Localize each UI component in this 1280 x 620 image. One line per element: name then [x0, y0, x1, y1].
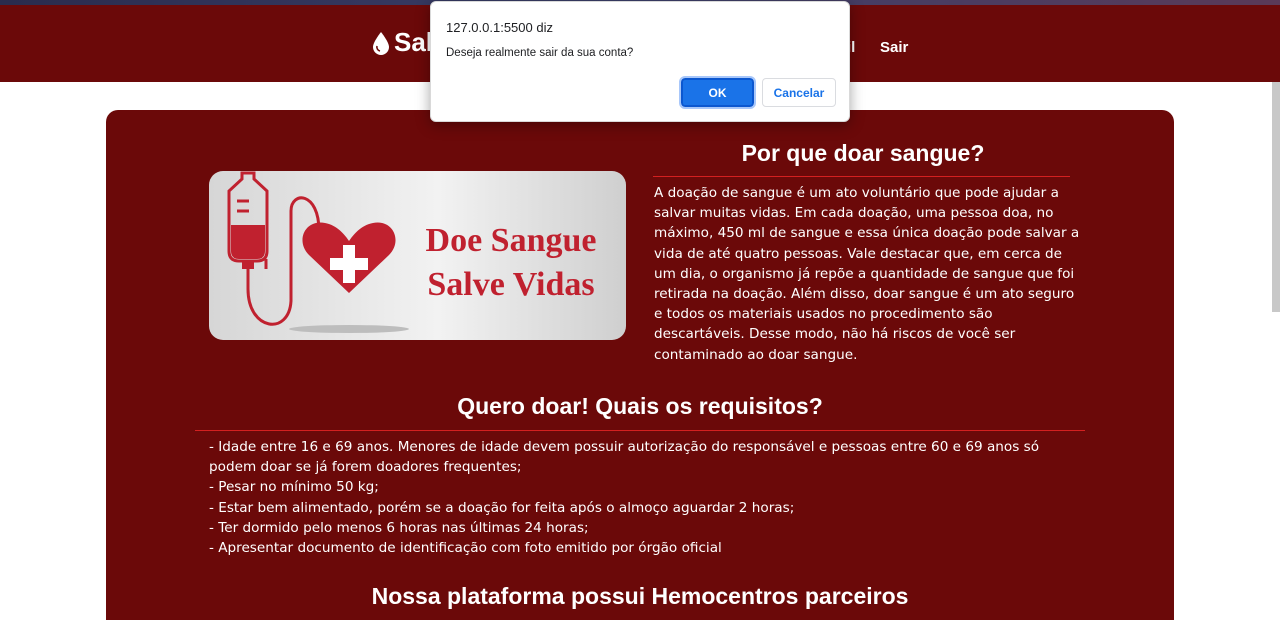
brand-name: Sal — [394, 27, 434, 57]
heading-divider — [195, 430, 1085, 431]
confirm-dialog: 127.0.0.1:5500 diz Deseja realmente sair… — [430, 1, 850, 122]
ok-button[interactable]: OK — [679, 76, 756, 109]
list-item: - Ter dormido pelo menos 6 horas nas últ… — [209, 519, 589, 536]
list-item: - Idade entre 16 e 69 anos. Menores de i… — [209, 439, 1040, 476]
banner-line-1: Doe Sangue — [426, 222, 597, 259]
list-item: - Apresentar documento de identificação … — [209, 540, 722, 557]
nav-logout-link[interactable]: Sair — [880, 39, 908, 56]
content-card: Doe Sangue Salve Vidas Por que doar sang… — [106, 110, 1174, 620]
list-item: - Estar bem alimentado, porém se a doaçã… — [209, 499, 795, 516]
blood-bag-icon — [227, 171, 269, 289]
why-donate-paragraph: A doação de sangue é um ato voluntário q… — [654, 185, 1080, 363]
donate-blood-banner: Doe Sangue Salve Vidas — [209, 171, 626, 340]
banner-illustration: Doe Sangue Salve Vidas — [227, 171, 597, 333]
dialog-message: Deseja realmente sair da sua conta? — [446, 47, 634, 59]
blood-drop-icon — [373, 31, 389, 55]
heading-divider — [653, 176, 1070, 177]
cancel-button[interactable]: Cancelar — [762, 78, 836, 107]
partners-heading: Nossa plataforma possui Hemocentros parc… — [371, 583, 909, 609]
list-item: - Pesar no mínimo 50 kg; — [209, 479, 379, 496]
banner-line-2: Salve Vidas — [427, 266, 594, 303]
why-donate-heading: Por que doar sangue? — [741, 140, 985, 166]
requirements-heading: Quero doar! Quais os requisitos? — [457, 393, 823, 419]
heart-cross-icon — [302, 222, 396, 293]
brand-logo[interactable]: Sal — [372, 27, 433, 58]
dialog-origin: 127.0.0.1:5500 diz — [446, 20, 553, 35]
page-scrollbar[interactable] — [1272, 82, 1280, 312]
requirements-list: - Idade entre 16 e 69 anos. Menores de i… — [209, 437, 1069, 558]
